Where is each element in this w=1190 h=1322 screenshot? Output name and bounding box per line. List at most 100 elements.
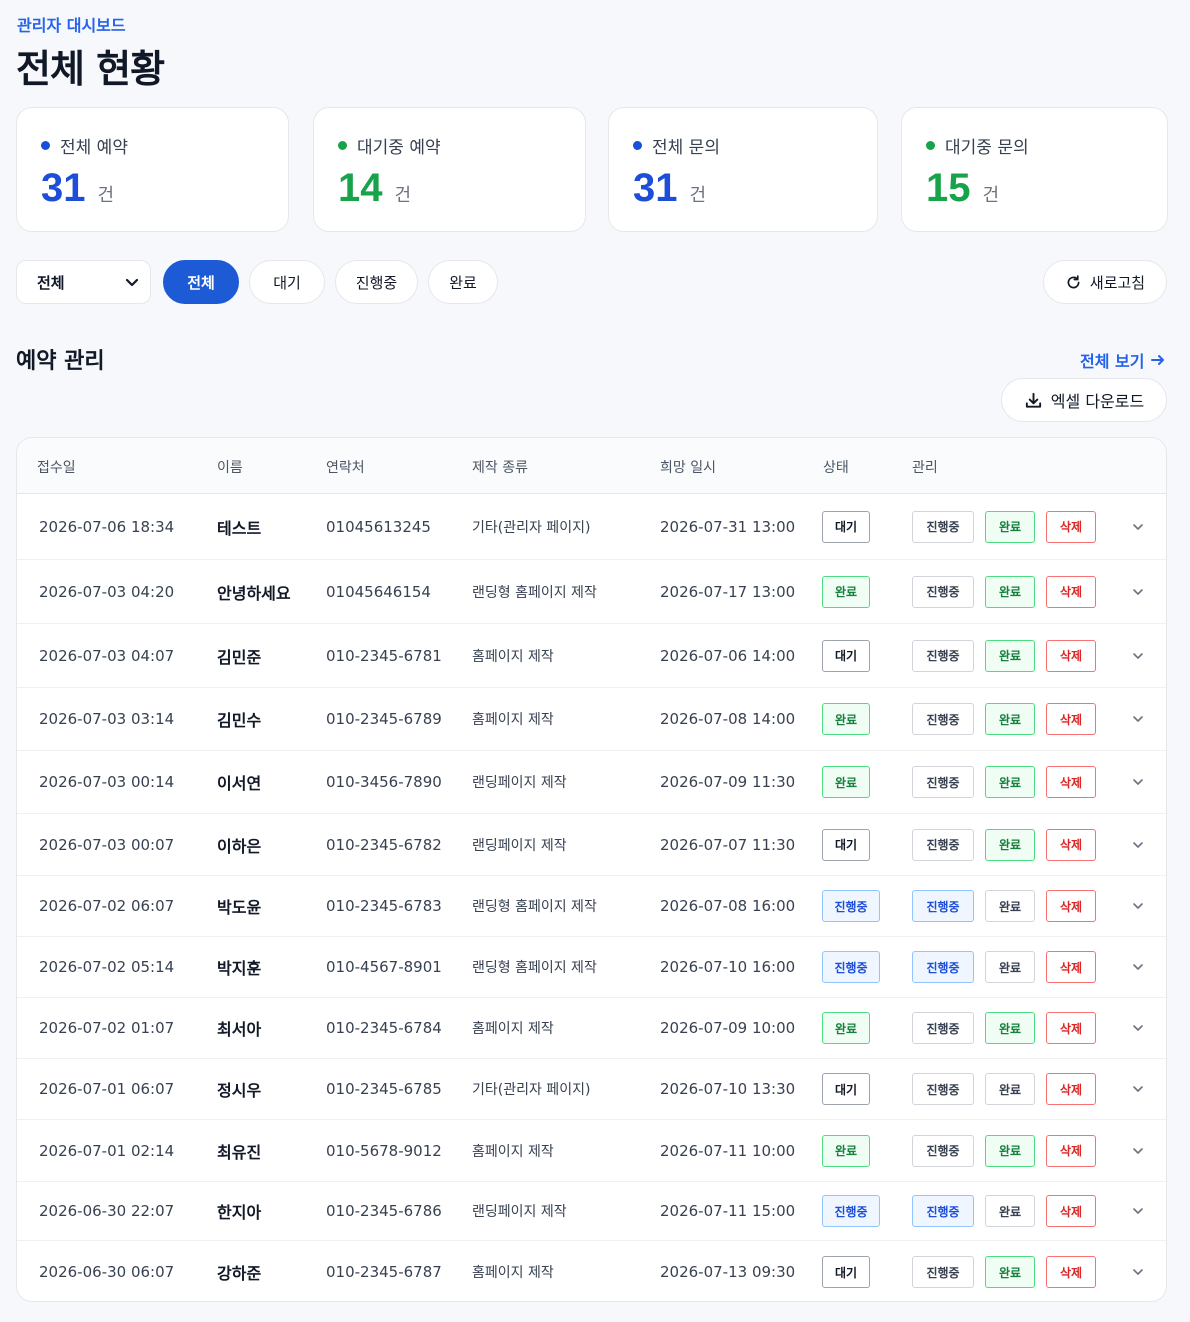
table-row[interactable]: 2026-07-03 00:14 이서연 010-3456-7890 랜딩페이지 제작… (17, 751, 1166, 814)
column-header: 접수일 (37, 460, 76, 476)
set-progress-button[interactable]: 진행중 (912, 1073, 974, 1105)
delete-button[interactable]: 삭제 (1046, 575, 1096, 608)
set-done-button[interactable]: 완료 (985, 766, 1035, 798)
wish-datetime: 2026-07-11 10:00 (660, 1141, 796, 1160)
delete-button[interactable]: 삭제 (1046, 703, 1096, 735)
delete-button[interactable]: 삭제 (1046, 766, 1096, 798)
refresh-button[interactable]: 새로고침 (1043, 260, 1167, 304)
stat-value: 31 건 (633, 166, 706, 211)
set-done-button[interactable]: 완료 (985, 1012, 1035, 1044)
chevron-down-icon[interactable] (1131, 1265, 1145, 1279)
set-done-button[interactable]: 완료 (985, 703, 1035, 735)
delete-button[interactable]: 삭제 (1046, 639, 1096, 672)
set-progress-button[interactable]: 진행중 (912, 828, 974, 861)
reservation-table: 접수일 이름 연락처 제작 종류 희망 일시 상태 관리 2026-07-06 18:34 테… (16, 437, 1167, 1302)
set-done-button[interactable]: 완료 (985, 951, 1035, 983)
set-progress-button[interactable]: 진행중 (912, 1012, 974, 1044)
set-done-button[interactable]: 완료 (985, 575, 1035, 608)
table-row[interactable]: 2026-07-03 04:07 김민준 010-2345-6781 홈페이지 제작 2… (17, 624, 1166, 688)
customer-phone: 010-2345-6787 (326, 1263, 442, 1281)
status-dot-icon (633, 141, 642, 150)
table-row[interactable]: 2026-07-01 02:14 최유진 010-5678-9012 홈페이지 제작 2… (17, 1120, 1166, 1182)
delete-button[interactable]: 삭제 (1046, 1073, 1096, 1105)
set-progress-button[interactable]: 진행중 (912, 890, 974, 922)
stat-label: 전체 문의 (633, 133, 720, 158)
set-done-button[interactable]: 완료 (985, 510, 1035, 543)
chevron-down-icon[interactable] (1131, 838, 1145, 852)
status-badge: 대기 (822, 510, 870, 543)
status-dot-icon (41, 141, 50, 150)
delete-button[interactable]: 삭제 (1046, 1134, 1096, 1167)
table-row[interactable]: 2026-07-02 05:14 박지훈 010-4567-8901 랜딩형 홈페이지… (17, 937, 1166, 998)
table-row[interactable]: 2026-07-03 04:20 안녕하세요 01045646154 랜딩형 홈페이지… (17, 560, 1166, 624)
stat-unit: 건 (689, 185, 707, 206)
delete-button[interactable]: 삭제 (1046, 951, 1096, 983)
set-done-button[interactable]: 완료 (985, 1073, 1035, 1105)
stat-unit: 건 (394, 185, 412, 206)
set-progress-button[interactable]: 진행중 (912, 639, 974, 672)
set-progress-button[interactable]: 진행중 (912, 575, 974, 608)
stat-number: 31 (633, 166, 678, 210)
set-progress-button[interactable]: 진행중 (912, 766, 974, 798)
set-progress-button[interactable]: 진행중 (912, 1134, 974, 1167)
table-row[interactable]: 2026-07-02 01:07 최서아 010-2345-6784 홈페이지 제작 2… (17, 998, 1166, 1059)
stat-unit: 건 (97, 185, 115, 206)
chevron-down-icon[interactable] (1131, 1021, 1145, 1035)
status-badge: 완료 (822, 1134, 870, 1167)
chevron-down-icon[interactable] (1131, 1144, 1145, 1158)
table-row[interactable]: 2026-07-02 06:07 박도윤 010-2345-6783 랜딩형 홈페이지… (17, 876, 1166, 937)
table-row[interactable]: 2026-06-30 06:07 강하준 010-2345-6787 홈페이지 제작 2… (17, 1241, 1166, 1301)
stat-label-text: 대기중 문의 (945, 138, 1029, 158)
set-progress-button[interactable]: 진행중 (912, 703, 974, 735)
chevron-down-icon[interactable] (1131, 585, 1145, 599)
table-row[interactable]: 2026-07-06 18:34 테스트 01045613245 기타(관리자 페이지… (17, 494, 1166, 560)
set-done-button[interactable]: 완료 (985, 890, 1035, 922)
status-select[interactable]: 전체 (16, 260, 151, 304)
set-done-button[interactable]: 완료 (985, 828, 1035, 861)
delete-button[interactable]: 삭제 (1046, 1012, 1096, 1044)
customer-phone: 010-2345-6782 (326, 835, 442, 854)
set-progress-button[interactable]: 진행중 (912, 1195, 974, 1227)
filter-pill[interactable]: 전체 (163, 260, 239, 304)
set-done-button[interactable]: 완료 (985, 639, 1035, 672)
table-row[interactable]: 2026-06-30 22:07 한지아 010-2345-6786 랜딩페이지 제작… (17, 1182, 1166, 1241)
table-row[interactable]: 2026-07-01 06:07 정시우 010-2345-6785 기타(관리자 페… (17, 1059, 1166, 1120)
status-badge: 대기 (822, 1256, 870, 1288)
delete-button[interactable]: 삭제 (1046, 510, 1096, 543)
customer-name: 강하준 (217, 1264, 262, 1283)
production-type: 기타(관리자 페이지) (472, 519, 591, 536)
stat-label-text: 대기중 예약 (357, 138, 441, 158)
delete-button[interactable]: 삭제 (1046, 890, 1096, 922)
chevron-down-icon[interactable] (1131, 1204, 1145, 1218)
chevron-down-icon[interactable] (1131, 960, 1145, 974)
excel-download-button[interactable]: 엑셀 다운로드 (1001, 378, 1167, 422)
chevron-down-icon[interactable] (1131, 712, 1145, 726)
set-progress-button[interactable]: 진행중 (912, 510, 974, 543)
chevron-down-icon[interactable] (1131, 1082, 1145, 1096)
received-date: 2026-07-01 02:14 (39, 1141, 175, 1160)
status-badge: 진행중 (822, 951, 880, 983)
production-type: 홈페이지 제작 (472, 1021, 554, 1037)
set-done-button[interactable]: 완료 (985, 1256, 1035, 1288)
chevron-down-icon[interactable] (1131, 520, 1145, 534)
chevron-down-icon[interactable] (1131, 649, 1145, 663)
column-header: 제작 종류 (472, 460, 528, 476)
filter-pill[interactable]: 진행중 (335, 260, 418, 304)
filter-pill[interactable]: 완료 (428, 260, 498, 304)
set-done-button[interactable]: 완료 (985, 1134, 1035, 1167)
set-progress-button[interactable]: 진행중 (912, 1256, 974, 1288)
delete-button[interactable]: 삭제 (1046, 1195, 1096, 1227)
chevron-down-icon[interactable] (1131, 899, 1145, 913)
production-type: 랜딩페이지 제작 (472, 1204, 567, 1220)
table-row[interactable]: 2026-07-03 03:14 김민수 010-2345-6789 홈페이지 제작 2… (17, 688, 1166, 751)
set-done-button[interactable]: 완료 (985, 1195, 1035, 1227)
chevron-down-icon[interactable] (1131, 775, 1145, 789)
filter-pill[interactable]: 대기 (249, 260, 325, 304)
customer-phone: 010-2345-6784 (326, 1019, 442, 1037)
status-badge: 완료 (822, 766, 870, 798)
table-row[interactable]: 2026-07-03 00:07 이하은 010-2345-6782 랜딩페이지 제작… (17, 814, 1166, 876)
delete-button[interactable]: 삭제 (1046, 828, 1096, 861)
view-all-link[interactable]: 전체 보기 (1080, 348, 1166, 372)
set-progress-button[interactable]: 진행중 (912, 951, 974, 983)
delete-button[interactable]: 삭제 (1046, 1256, 1096, 1288)
